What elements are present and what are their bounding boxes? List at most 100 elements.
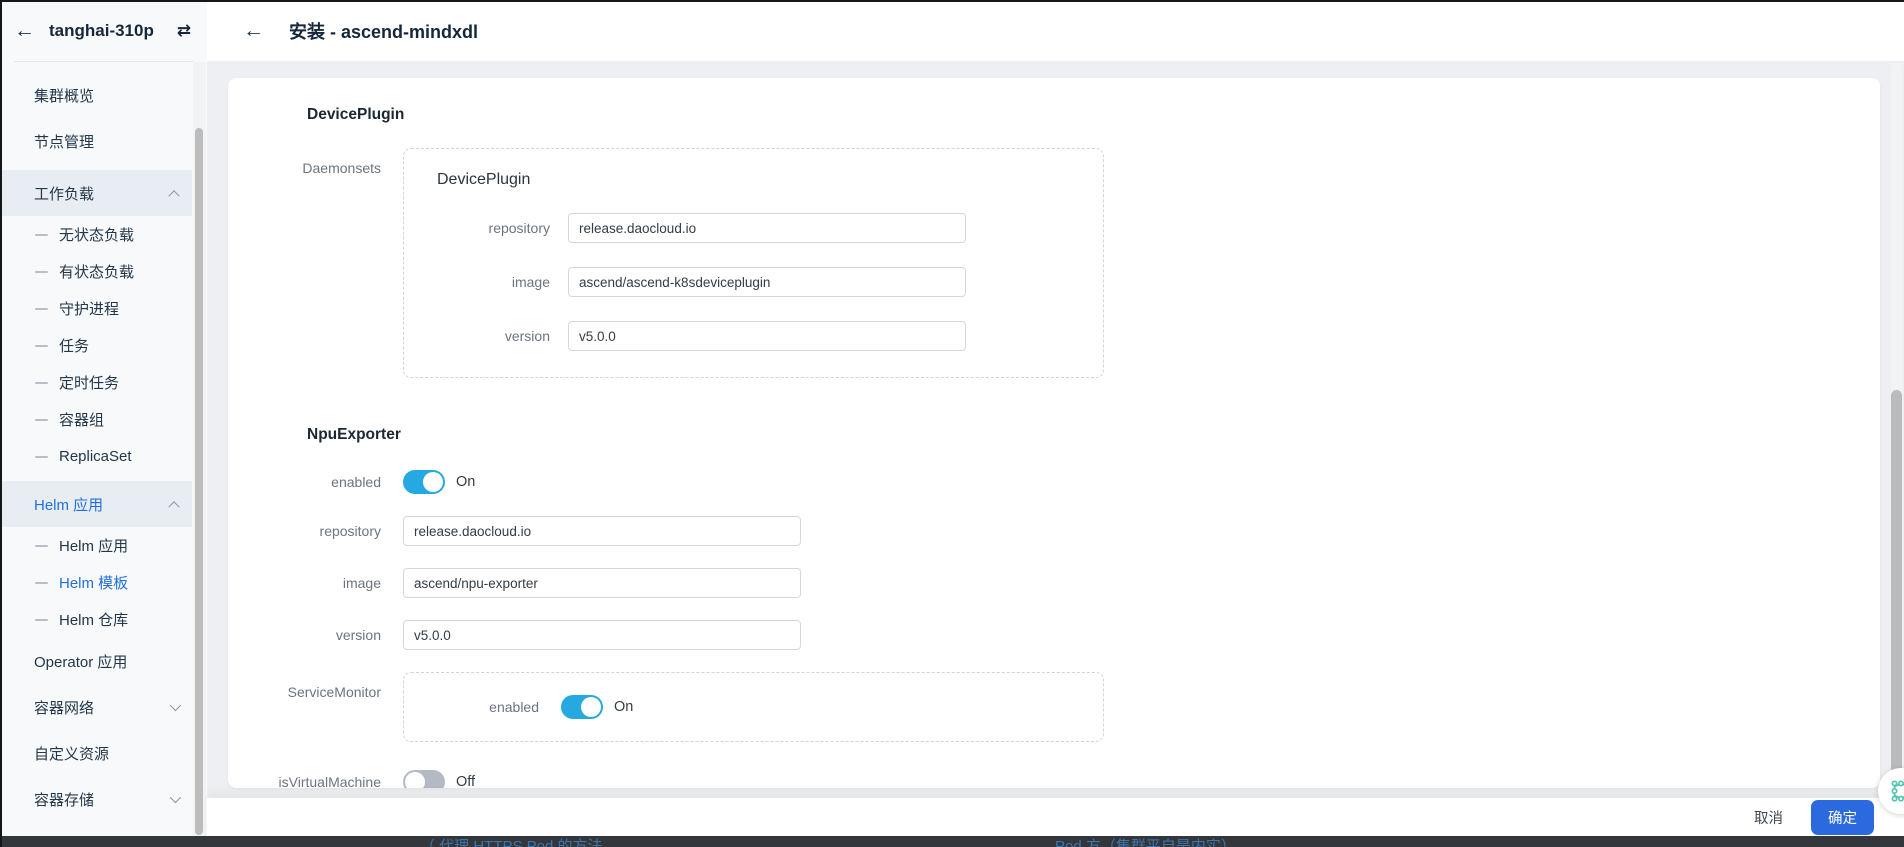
form-row: repository [404, 213, 1103, 243]
sidebar-item-helm-templates[interactable]: Helm 模板 [0, 564, 192, 601]
enabled-toggle[interactable] [403, 470, 445, 494]
sidebar-item-label: 容器网络 [34, 699, 95, 717]
refresh-icon[interactable]: ⇄ [177, 21, 191, 41]
servicemonitor-row: ServiceMonitor enabled On [228, 672, 1880, 742]
sidebar: ← tanghai-310p ⇄ 集群概览 节点管理 工作负载 无状态负载 有状… [0, 0, 207, 847]
sidebar-item-daemon-process[interactable]: 守护进程 [0, 290, 192, 327]
isvirtualmachine-label: isVirtualMachine [278, 774, 381, 788]
main-area: ← 安装 - ascend-mindxdl DevicePlugin Daemo… [207, 0, 1904, 847]
molecule-icon [1891, 780, 1904, 802]
deviceplugin-heading: DevicePlugin [307, 106, 405, 123]
dash-icon [35, 381, 48, 384]
sidebar-item-pods[interactable]: 容器组 [0, 401, 192, 438]
image-input[interactable] [568, 267, 966, 297]
window-edge-top [0, 0, 1904, 2]
sidebar-item-node-management[interactable]: 节点管理 [0, 118, 192, 164]
dash-icon [35, 233, 48, 236]
sidebar-item-label: 容器存储 [34, 791, 95, 809]
sidebar-item-label: Helm 仓库 [59, 612, 129, 629]
sidebar-item-label: 容器组 [59, 412, 105, 429]
sidebar-item-stateful-workloads[interactable]: 有状态负载 [0, 253, 192, 290]
app-window: ← tanghai-310p ⇄ 集群概览 节点管理 工作负载 无状态负载 有状… [0, 0, 1904, 847]
sidebar-scrollbar-thumb[interactable] [195, 128, 203, 835]
sm-enabled-toggle[interactable] [561, 695, 603, 719]
version-input[interactable] [403, 620, 801, 650]
sidebar-item-jobs[interactable]: 任务 [0, 327, 192, 364]
sidebar-item-custom-resources[interactable]: 自定义资源 [0, 730, 192, 776]
dash-icon [35, 618, 48, 621]
form-row: image [404, 267, 1103, 297]
sidebar-item-label: Operator 应用 [34, 653, 128, 671]
image-label: image [342, 575, 381, 591]
sidebar-item-container-storage[interactable]: 容器存储 [0, 776, 192, 822]
cancel-button[interactable]: 取消 [1754, 807, 1783, 828]
sidebar-item-helm-repos[interactable]: Helm 仓库 [0, 601, 192, 638]
sidebar-item-label: 工作负载 [34, 185, 95, 203]
chevron-up-icon[interactable] [168, 190, 180, 202]
confirm-button[interactable]: 确定 [1811, 799, 1874, 835]
repository-input[interactable] [568, 213, 966, 243]
sidebar-item-label: 节点管理 [34, 133, 95, 151]
form-row: version [404, 321, 1103, 351]
clipped-page-strip: （ 代理 HTTPS Pod 的方法 Pod 方（集群平自是内实） [0, 836, 1904, 847]
image-label: image [511, 274, 550, 290]
sidebar-item-label: 任务 [59, 338, 90, 355]
servicemonitor-panel: enabled On [403, 672, 1104, 742]
install-form-card: DevicePlugin Daemonsets DevicePlugin rep… [228, 78, 1880, 788]
enabled-row: enabled On [228, 470, 1880, 494]
deviceplugin-panel-title: DevicePlugin [437, 171, 531, 188]
deviceplugin-panel: DevicePlugin repository image version [403, 148, 1104, 378]
form-row: image [228, 568, 1880, 598]
sidebar-item-cluster-overview[interactable]: 集群概览 [0, 72, 192, 118]
form-row: version [228, 620, 1880, 650]
form-row: repository [228, 516, 1880, 546]
sidebar-item-label: Helm 应用 [59, 538, 129, 555]
version-label: version [335, 627, 381, 643]
servicemonitor-label: ServiceMonitor [287, 684, 381, 700]
sidebar-section-workloads[interactable]: 工作负载 [0, 170, 192, 216]
image-input[interactable] [403, 568, 801, 598]
dash-icon [35, 307, 48, 310]
chevron-down-icon[interactable] [169, 791, 182, 804]
sidebar-item-label: 无状态负载 [59, 227, 135, 244]
sm-enabled-label: enabled [489, 699, 539, 715]
sidebar-item-label: 集群概览 [34, 87, 95, 105]
page-header: ← 安装 - ascend-mindxdl [207, 0, 1904, 61]
page-back-icon[interactable]: ← [243, 20, 264, 41]
dash-icon [35, 544, 48, 547]
clipped-text: Pod 方（集群平自是内实） [1055, 838, 1236, 847]
window-edge-left [0, 0, 2, 847]
version-input[interactable] [568, 321, 966, 351]
isvirtualmachine-row: isVirtualMachine Off [228, 770, 1880, 788]
version-label: version [504, 328, 550, 344]
cluster-name: tanghai-310p [49, 20, 154, 40]
sidebar-section-helm-apps[interactable]: Helm 应用 [0, 481, 192, 527]
sidebar-item-helm-apps[interactable]: Helm 应用 [0, 527, 192, 564]
chevron-down-icon[interactable] [169, 699, 182, 712]
dash-icon [35, 455, 48, 458]
dash-icon [35, 270, 48, 273]
toggle-knob [423, 472, 443, 492]
sidebar-item-label: Helm 模板 [59, 575, 129, 592]
sidebar-item-container-network[interactable]: 容器网络 [0, 684, 192, 730]
sidebar-item-replicaset[interactable]: ReplicaSet [0, 438, 192, 475]
isvirtualmachine-state-text: Off [456, 774, 476, 788]
dash-icon [35, 344, 48, 347]
dash-icon [35, 418, 48, 421]
cluster-back-icon[interactable]: ← [14, 20, 35, 41]
repository-input[interactable] [403, 516, 801, 546]
content-scrollbar-thumb[interactable] [1891, 390, 1902, 788]
sidebar-item-cronjobs[interactable]: 定时任务 [0, 364, 192, 401]
npuexporter-heading: NpuExporter [307, 426, 401, 443]
sidebar-scrollbar-track[interactable] [193, 62, 206, 847]
sidebar-item-stateless-workloads[interactable]: 无状态负载 [0, 216, 192, 253]
isvirtualmachine-toggle[interactable] [403, 770, 445, 788]
form-row: enabled On [404, 695, 1103, 719]
daemonsets-row: Daemonsets DevicePlugin repository image… [228, 148, 1880, 378]
enabled-label: enabled [331, 474, 381, 490]
sidebar-item-label: 有状态负载 [59, 264, 135, 281]
repository-label: repository [488, 220, 550, 236]
chevron-up-icon[interactable] [168, 501, 180, 513]
enabled-state-text: On [456, 474, 476, 490]
sidebar-item-operator-apps[interactable]: Operator 应用 [0, 638, 192, 684]
